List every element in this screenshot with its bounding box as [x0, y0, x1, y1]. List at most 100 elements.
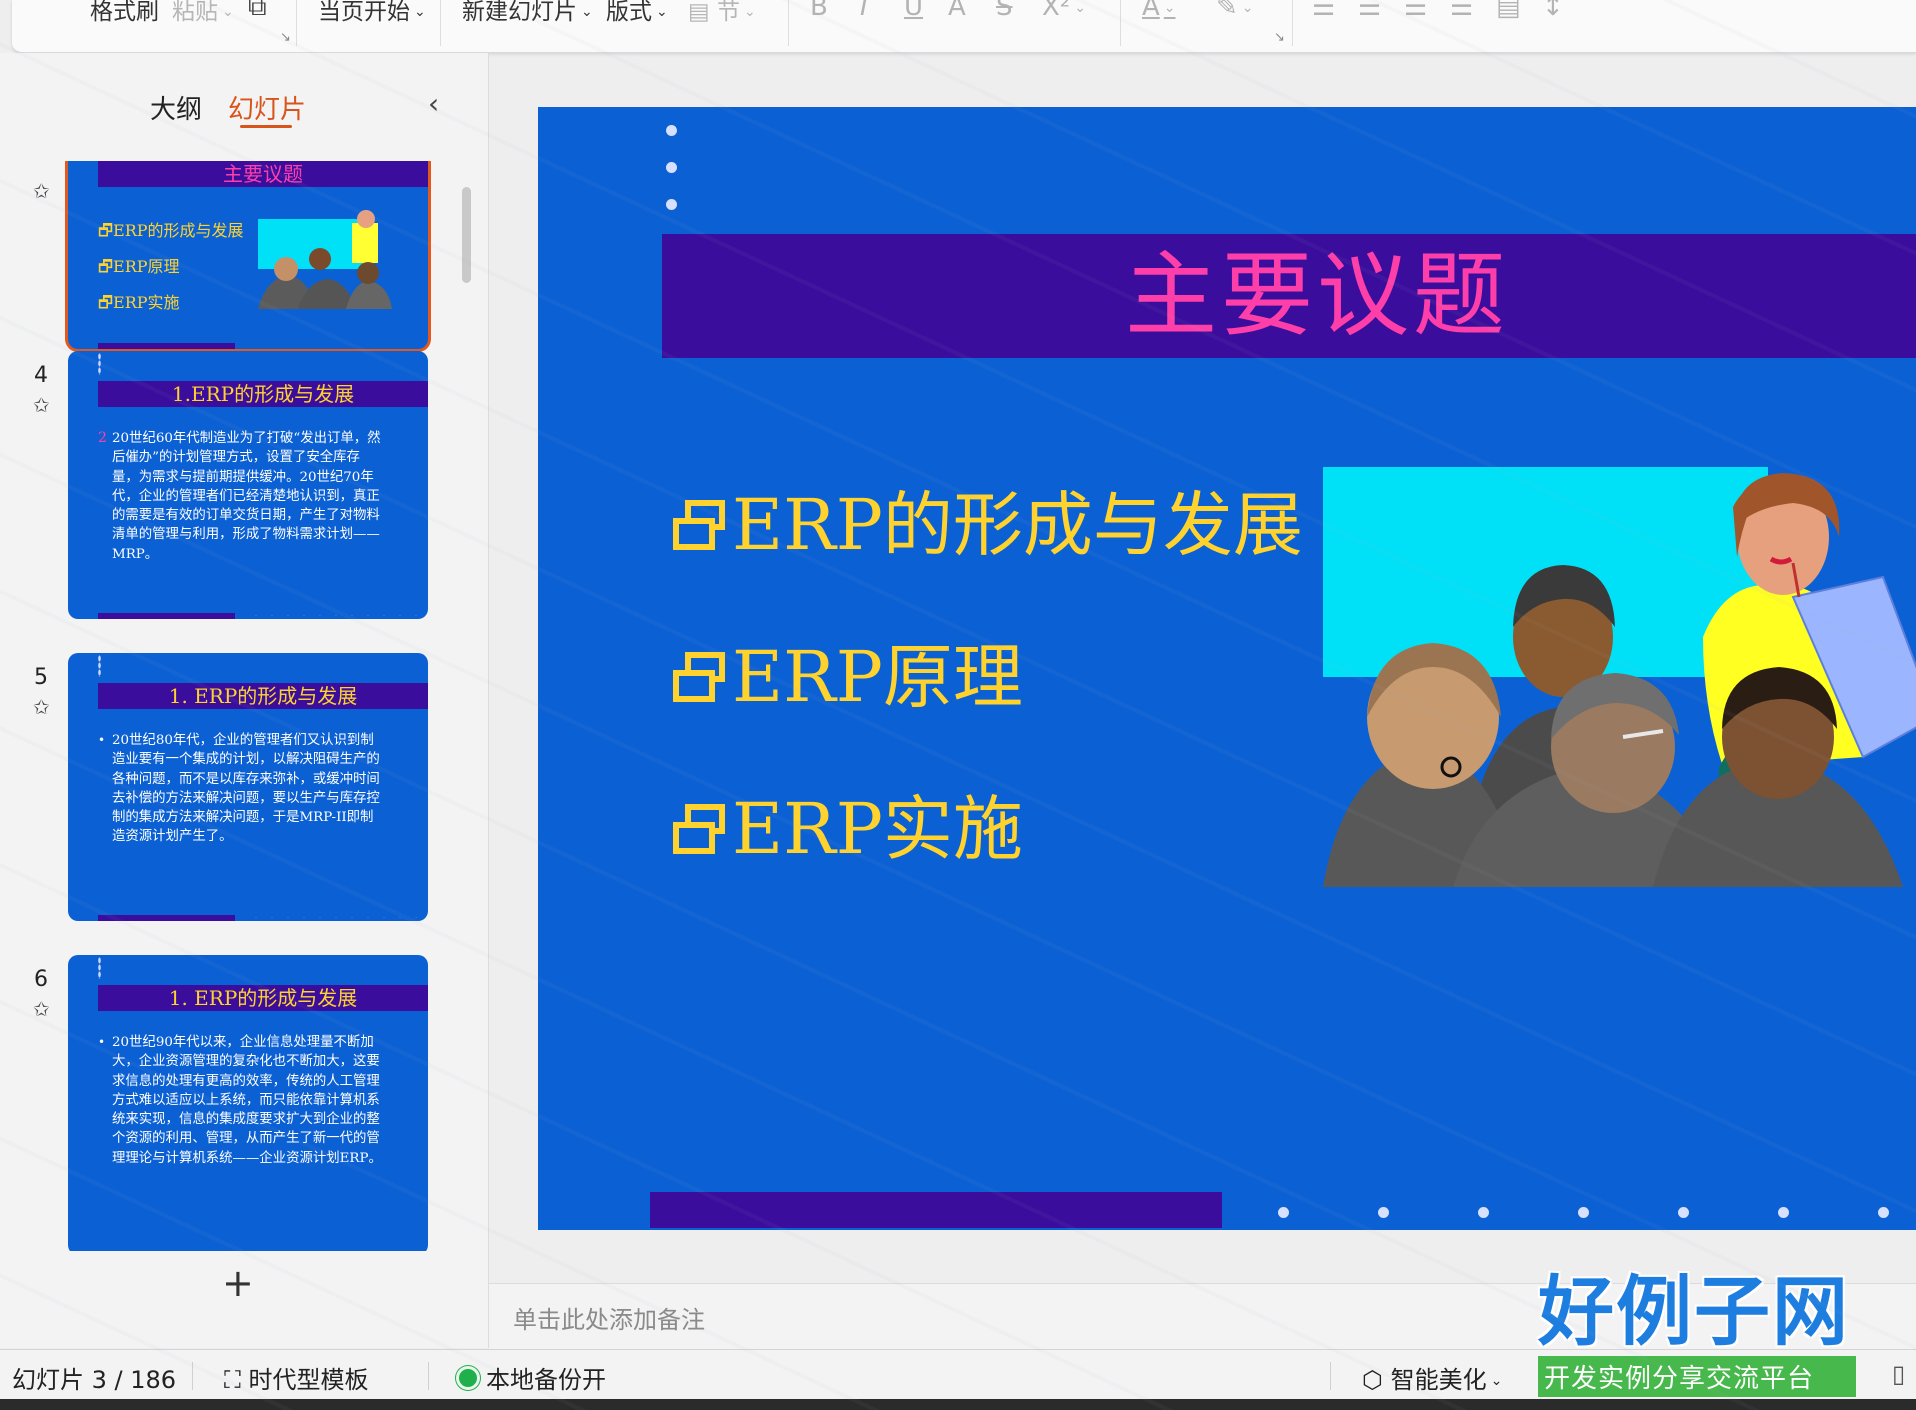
- copy-icon[interactable]: ⧉: [248, 0, 267, 23]
- decorative-dots: [248, 614, 418, 617]
- thumbnail-body-text: 20世纪90年代以来，企业信息处理量不断加大，企业资源管理的复杂化也不断加大，这…: [112, 1035, 382, 1166]
- thumbnail-body: • 20世纪80年代，企业的管理者们又认识到制造业要有一个集成的计划，以解决阻碍…: [98, 731, 384, 847]
- thumbnail-footer-bar: [98, 613, 235, 619]
- strikethrough-button[interactable]: S: [996, 0, 1013, 22]
- decorative-dots: [98, 353, 101, 375]
- toolbar-divider: [440, 0, 441, 46]
- slide-canvas[interactable]: 主要议题 ERP的形成与发展 ERP原理 ERP实施: [538, 107, 1916, 1230]
- thumbnail-title: 1.ERP的形成与发展: [98, 381, 428, 407]
- slide-thumbnail-3[interactable]: 主要议题 🗗ERP的形成与发展 🗗ERP原理 🗗ERP实施: [68, 161, 428, 349]
- slide-number: 5: [34, 665, 48, 690]
- paste-button[interactable]: 粘贴 ⌄: [172, 0, 234, 26]
- superscript-button[interactable]: X² ⌄: [1042, 0, 1086, 22]
- section-label: 节: [717, 0, 741, 25]
- slide-number: 4: [34, 363, 48, 388]
- italic-button[interactable]: I: [860, 0, 868, 22]
- star-icon[interactable]: ✩: [33, 393, 50, 417]
- add-slide-button[interactable]: +: [222, 1261, 254, 1305]
- highlight-a-icon[interactable]: Ā: [948, 0, 966, 22]
- slide-thumbnail-6[interactable]: 1. ERP的形成与发展 • 20世纪90年代以来，企业信息处理量不断加大，企业…: [68, 955, 428, 1251]
- chevron-down-icon: ⌄: [1241, 0, 1254, 16]
- thumbnail-item: 🗗ERP实施: [98, 293, 180, 312]
- toolbar-divider: [1292, 0, 1293, 46]
- site-logo: 好例子网 开发实例分享交流平台: [1538, 1270, 1858, 1397]
- template-button[interactable]: ⛶ 时代型模板: [224, 1360, 368, 1395]
- chevron-down-icon: ⌄: [656, 4, 668, 20]
- bold-button[interactable]: B: [810, 0, 828, 22]
- agenda-item[interactable]: ERP的形成与发展: [672, 469, 1303, 570]
- collapse-panel-icon[interactable]: ‹: [428, 87, 439, 120]
- layout-label: 版式: [606, 0, 652, 25]
- decorative-dots: [98, 655, 101, 677]
- bullet-marker: •: [98, 1035, 106, 1049]
- agenda-item-text: ERP的形成与发展: [732, 484, 1303, 566]
- thumbnail-title: 主要议题: [98, 161, 428, 187]
- thumbnail-row: 4 ✩ 1.ERP的形成与发展 2 20世纪60年代制造业为了打破“发出订单，然…: [0, 351, 488, 623]
- notes-placeholder[interactable]: 单击此处添加备注: [513, 1300, 705, 1335]
- slide-title[interactable]: 主要议题: [662, 234, 1916, 358]
- thumbnail-footer-bar: [98, 915, 235, 921]
- dialog-launcher-icon[interactable]: ↘: [1274, 30, 1285, 45]
- from-current-slide-button[interactable]: 当页开始 ⌄: [318, 0, 426, 26]
- slide-thumbnail-5[interactable]: 1. ERP的形成与发展 • 20世纪80年代，企业的管理者们又认识到制造业要有…: [68, 653, 428, 921]
- dialog-launcher-icon[interactable]: ↘: [280, 30, 291, 45]
- section-button[interactable]: ▤ 节 ⌄: [688, 0, 756, 26]
- template-label: 时代型模板: [248, 1366, 369, 1394]
- font-color-button[interactable]: A ⌄: [1142, 0, 1176, 22]
- decorative-dots: [248, 916, 418, 919]
- panel-toggle-icon[interactable]: ▯: [1892, 1360, 1905, 1388]
- chevron-down-icon: ⌄: [1163, 0, 1176, 16]
- tab-slides[interactable]: 幻灯片: [228, 89, 306, 126]
- logo-sub-text: 开发实例分享交流平台: [1538, 1356, 1856, 1397]
- slide-number: 6: [34, 967, 48, 992]
- thumbnail-item: 🗗ERP的形成与发展: [98, 221, 244, 240]
- chevron-down-icon: ⌄: [581, 4, 593, 20]
- star-icon[interactable]: ✩: [33, 997, 50, 1021]
- status-divider: [1330, 1362, 1331, 1390]
- meeting-clipart[interactable]: [1323, 467, 1916, 887]
- from-current-label: 当页开始: [318, 0, 410, 25]
- local-backup-button[interactable]: 本地备份开: [456, 1360, 606, 1395]
- align-right-icon[interactable]: ☰: [1404, 0, 1427, 22]
- active-tab-indicator: [240, 125, 292, 128]
- thumbnail-item-text: ERP的形成与发展: [113, 221, 244, 240]
- thumbnail-row: 6 ✩ 1. ERP的形成与发展 • 20世纪90年代以来，企业信息处理量不断加…: [0, 955, 488, 1251]
- underline-button[interactable]: U: [904, 0, 923, 22]
- window-bullet-icon: [672, 792, 726, 854]
- footer-bar: [650, 1192, 1222, 1228]
- smart-beautify-button[interactable]: ⬡ 智能美化 ⌄: [1362, 1360, 1502, 1395]
- agenda-item[interactable]: ERP原理: [672, 621, 1023, 722]
- toolbar-divider: [1120, 0, 1121, 46]
- agenda-item-text: ERP原理: [732, 636, 1023, 718]
- thumbnail-row: 5 ✩ 1. ERP的形成与发展 • 20世纪80年代，企业的管理者们又认识到制…: [0, 653, 488, 925]
- slide-navigation-panel: 大纲 幻灯片 ‹ ✩ 主要议题 🗗ERP的形成与发展 🗗ERP原理 🗗ERP实施: [0, 53, 489, 1348]
- toolbar-divider: [296, 0, 297, 46]
- format-painter-button[interactable]: 格式刷: [90, 0, 159, 26]
- chevron-down-icon: ⌄: [1074, 0, 1086, 16]
- layout-button[interactable]: 版式 ⌄: [606, 0, 668, 26]
- agenda-item[interactable]: ERP实施: [672, 773, 1023, 874]
- slide-thumbnail-4[interactable]: 1.ERP的形成与发展 2 20世纪60年代制造业为了打破“发出订单，然后催办”…: [68, 351, 428, 619]
- chevron-down-icon: ⌄: [1490, 1373, 1503, 1389]
- star-icon[interactable]: ✩: [33, 179, 50, 203]
- justify-icon[interactable]: ☰: [1450, 0, 1473, 22]
- line-spacing-icon[interactable]: ↕: [1542, 0, 1564, 22]
- align-left-icon[interactable]: ☰: [1312, 0, 1335, 22]
- decorative-dots: [98, 957, 101, 979]
- superscript-label: X²: [1042, 0, 1071, 22]
- chevron-down-icon: ⌄: [414, 4, 426, 20]
- align-center-icon[interactable]: ☰: [1358, 0, 1381, 22]
- agenda-item-text: ERP实施: [732, 788, 1023, 870]
- thumbnail-body: • 20世纪90年代以来，企业信息处理量不断加大，企业资源管理的复杂化也不断加大…: [98, 1033, 384, 1168]
- beautify-label: 智能美化: [1390, 1366, 1487, 1394]
- toolbar-divider: [788, 0, 789, 46]
- thumbnail-title: 1. ERP的形成与发展: [98, 985, 428, 1011]
- tab-outline[interactable]: 大纲: [150, 89, 202, 126]
- distributed-align-icon[interactable]: ▤: [1496, 0, 1521, 22]
- window-bullet-icon: [672, 640, 726, 702]
- new-slide-button[interactable]: 新建幻灯片 ⌄: [462, 0, 593, 26]
- star-icon[interactable]: ✩: [33, 695, 50, 719]
- new-slide-label: 新建幻灯片: [462, 0, 577, 25]
- decorative-dots: [1278, 1207, 1916, 1219]
- highlighter-icon[interactable]: ✎ ⌄: [1216, 0, 1254, 22]
